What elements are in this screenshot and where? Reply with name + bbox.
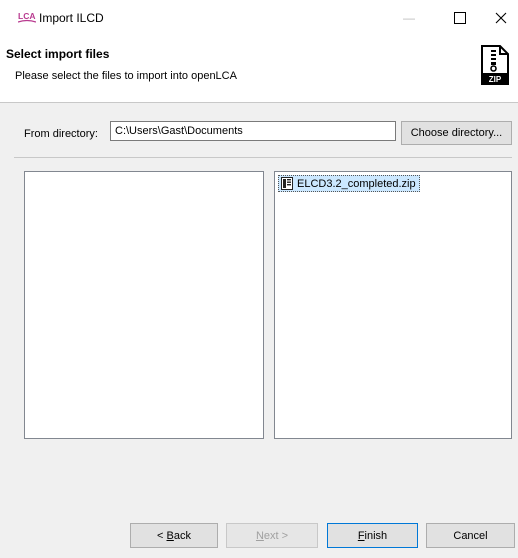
title-bar: LCA Import ILCD — <box>0 0 518 38</box>
choose-directory-button[interactable]: Choose directory... <box>401 121 512 145</box>
from-directory-label: From directory: <box>24 128 98 140</box>
wizard-header: Select import files Please select the fi… <box>0 38 518 102</box>
svg-text:LCA: LCA <box>18 11 35 21</box>
back-button[interactable]: < Back <box>130 523 218 548</box>
zip-file-icon <box>281 177 293 190</box>
finish-button[interactable]: Finish <box>327 523 418 548</box>
finish-button-mnemonic: F <box>357 529 365 542</box>
page-title: Select import files <box>6 47 110 61</box>
back-button-mnemonic: B <box>166 529 174 542</box>
close-icon <box>495 12 506 24</box>
maximize-icon <box>454 12 466 24</box>
minimize-button[interactable]: — <box>388 0 430 36</box>
file-list-panel[interactable]: ELCD3.2_completed.zip <box>274 171 512 439</box>
directory-input[interactable] <box>110 121 396 141</box>
next-button[interactable]: Next > <box>226 523 318 548</box>
svg-text:ZIP: ZIP <box>489 75 502 84</box>
window-title: Import ILCD <box>39 11 104 25</box>
directory-tree-panel[interactable] <box>24 171 264 439</box>
form-divider <box>14 157 512 158</box>
file-list-item[interactable]: ELCD3.2_completed.zip <box>278 175 420 192</box>
minimize-icon: — <box>403 11 415 25</box>
page-description: Please select the files to import into o… <box>15 70 237 82</box>
zip-file-icon: ZIP <box>481 45 509 85</box>
file-name: ELCD3.2_completed.zip <box>297 177 416 190</box>
cancel-button[interactable]: Cancel <box>426 523 515 548</box>
finish-button-label: inish <box>364 529 388 542</box>
back-button-prefix: < <box>157 529 167 542</box>
openlca-app-icon: LCA <box>18 11 36 23</box>
maximize-button[interactable] <box>439 0 481 36</box>
close-button[interactable] <box>483 0 518 36</box>
next-button-mnemonic: N <box>255 529 264 542</box>
back-button-label: ack <box>173 529 191 542</box>
next-button-label: ext > <box>263 529 289 542</box>
